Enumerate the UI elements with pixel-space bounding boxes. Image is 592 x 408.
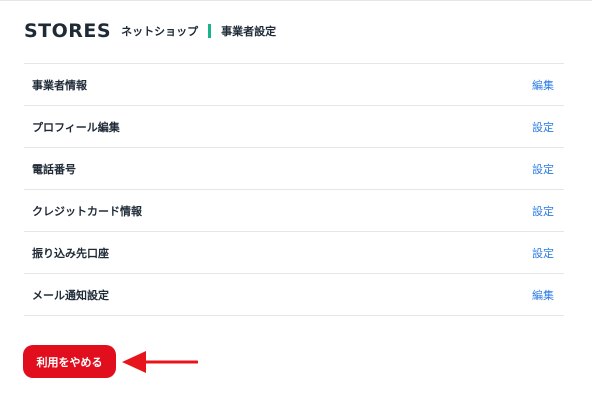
edit-email-notifications-link[interactable]: 編集 bbox=[532, 287, 554, 303]
page: STORES ネットショップ 事業者設定 事業者情報 編集 プロフィール編集 設… bbox=[0, 0, 592, 408]
set-phone-link[interactable]: 設定 bbox=[532, 161, 554, 177]
settings-row-credit-card: クレジットカード情報 設定 bbox=[24, 190, 564, 232]
set-bank-account-link[interactable]: 設定 bbox=[532, 245, 554, 261]
settings-row-label: メール通知設定 bbox=[32, 288, 109, 302]
settings-row-bank-account: 振り込み先口座 設定 bbox=[24, 232, 564, 274]
set-profile-link[interactable]: 設定 bbox=[532, 119, 554, 135]
settings-row-label: 事業者情報 bbox=[32, 78, 87, 92]
edit-business-info-link[interactable]: 編集 bbox=[532, 77, 554, 93]
set-credit-card-link[interactable]: 設定 bbox=[532, 203, 554, 219]
settings-row-label: 電話番号 bbox=[32, 162, 76, 176]
settings-row-label: プロフィール編集 bbox=[32, 120, 120, 134]
settings-row-label: 振り込み先口座 bbox=[32, 246, 109, 260]
settings-row-email-notifications: メール通知設定 編集 bbox=[24, 274, 564, 316]
cancel-service-button[interactable]: 利用をやめる bbox=[23, 345, 116, 378]
settings-row-label: クレジットカード情報 bbox=[32, 204, 142, 218]
settings-row-phone: 電話番号 設定 bbox=[24, 148, 564, 190]
stores-logo[interactable]: STORES bbox=[24, 20, 111, 42]
shop-type-label: ネットショップ bbox=[121, 25, 199, 38]
settings-row-profile: プロフィール編集 設定 bbox=[24, 106, 564, 148]
page-title: 事業者設定 bbox=[221, 25, 277, 38]
header-divider bbox=[208, 24, 212, 38]
red-arrow-left-icon bbox=[122, 351, 198, 373]
settings-list: 事業者情報 編集 プロフィール編集 設定 電話番号 設定 クレジットカード情報 … bbox=[24, 63, 564, 316]
settings-row-business-info: 事業者情報 編集 bbox=[24, 64, 564, 106]
header: STORES ネットショップ 事業者設定 bbox=[24, 17, 276, 45]
